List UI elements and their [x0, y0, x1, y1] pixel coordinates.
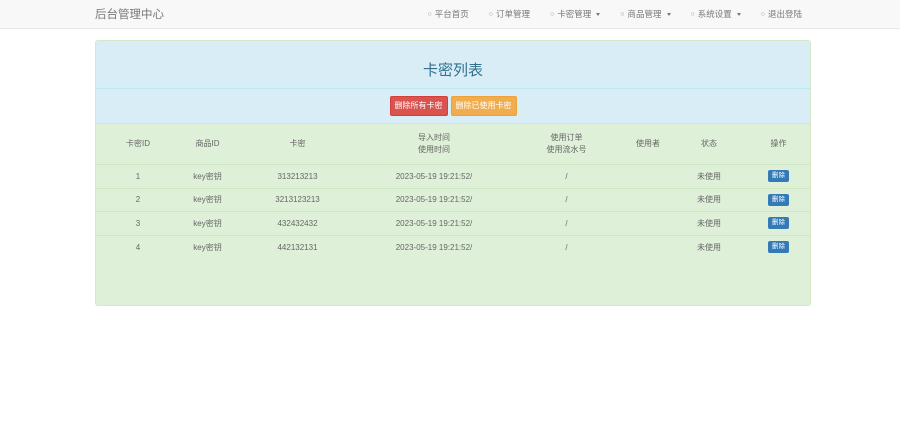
table-header-row: 卡密ID 商品ID 卡密 导入时间 使用时间 使用订单 使用流水号 使用者 状态… — [96, 124, 810, 165]
cell-time: 2023-05-19 19:21:52/ — [395, 171, 473, 181]
cell-key: 442132131 — [277, 242, 318, 252]
circle-icon: ○ — [427, 10, 432, 18]
header-serial-label: 使用流水号 — [546, 145, 587, 154]
cell-action: 删除 — [747, 235, 810, 259]
panel-actions: 删除所有卡密 删除已使用卡密 — [96, 89, 810, 124]
circle-icon: ○ — [690, 10, 695, 18]
cell-key: 432432432 — [277, 218, 318, 228]
cell-id: 4 — [135, 242, 141, 252]
card-list-panel: 卡密列表 删除所有卡密 删除已使用卡密 卡密ID 商品ID 卡密 导入时间 使用… — [95, 40, 811, 306]
delete-button[interactable]: 删除 — [768, 241, 789, 253]
delete-button[interactable]: 删除 — [768, 170, 789, 183]
cell-status: 未使用 — [697, 242, 721, 252]
cell-action: 删除 — [747, 165, 810, 189]
header-key: 卡密 — [289, 139, 306, 148]
header-status: 状态 — [701, 139, 717, 148]
header-order: 使用订单 使用流水号 — [508, 124, 625, 165]
header-product: 商品ID — [195, 139, 220, 148]
cell-order: / — [565, 218, 568, 228]
nav-products[interactable]: ○ 商品管理 — [610, 0, 680, 28]
cell-status: 未使用 — [697, 218, 721, 228]
cell-product: key密钥 — [193, 242, 222, 252]
delete-button[interactable]: 删除 — [768, 217, 789, 230]
circle-icon: ○ — [550, 10, 555, 18]
circle-icon: ○ — [620, 10, 625, 18]
delete-used-button[interactable]: 删除已使用卡密 — [450, 96, 517, 116]
cell-action: 删除 — [747, 212, 810, 236]
header-time: 导入时间 使用时间 — [360, 124, 508, 165]
cell-status: 未使用 — [697, 171, 721, 181]
caret-down-icon — [736, 12, 741, 16]
nav-settings-label: 系统设置 — [697, 9, 732, 19]
nav-logout-label: 退出登陆 — [767, 9, 802, 19]
cell-order: / — [565, 195, 568, 205]
cell-time: 2023-05-19 19:21:52/ — [395, 242, 473, 252]
cell-product: key密钥 — [193, 218, 222, 228]
circle-icon: ○ — [760, 10, 765, 18]
top-navbar: 后台管理中心 ○ 平台首页 ○ 订单管理 ○ 卡密管理 ○ 商品管理 ○ 系统设… — [0, 0, 900, 29]
cell-id: 3 — [135, 218, 141, 228]
card-table: 卡密ID 商品ID 卡密 导入时间 使用时间 使用订单 使用流水号 使用者 状态… — [96, 124, 810, 259]
header-id: 卡密ID — [126, 139, 150, 148]
cell-product: key密钥 — [193, 171, 222, 181]
header-import-time: 导入时间 — [418, 133, 450, 142]
header-op: 操作 — [770, 139, 787, 148]
delete-button[interactable]: 删除 — [768, 193, 789, 206]
nav-home[interactable]: ○ 平台首页 — [418, 0, 479, 28]
cell-id: 1 — [135, 171, 141, 181]
cell-key: 313213213 — [277, 171, 318, 181]
panel-title: 卡密列表 — [422, 62, 483, 79]
header-user: 使用者 — [636, 139, 660, 148]
header-use-time: 使用时间 — [418, 145, 450, 154]
header-order-label: 使用订单 — [550, 133, 583, 142]
cell-order: / — [565, 171, 568, 181]
nav-cards[interactable]: ○ 卡密管理 — [540, 0, 610, 28]
cell-id: 2 — [135, 195, 141, 205]
cell-time: 2023-05-19 19:21:52/ — [395, 195, 473, 205]
cell-user — [625, 165, 671, 189]
nav-orders-label: 订单管理 — [495, 9, 530, 19]
nav-products-label: 商品管理 — [627, 9, 662, 19]
cell-user — [625, 235, 671, 259]
brand-title[interactable]: 后台管理中心 — [95, 6, 164, 22]
table-row: 4 key密钥 442132131 2023-05-19 19:21:52/ /… — [96, 235, 810, 259]
nav-home-label: 平台首页 — [434, 9, 469, 19]
circle-icon: ○ — [488, 10, 493, 18]
table-row: 1 key密钥 313213213 2023-05-19 19:21:52/ /… — [96, 164, 810, 189]
cell-user — [625, 212, 671, 236]
delete-all-button[interactable]: 删除所有卡密 — [389, 96, 448, 116]
table-row: 3 key密钥 432432432 2023-05-19 19:21:52/ /… — [96, 211, 810, 236]
nav-logout[interactable]: ○ 退出登陆 — [751, 0, 812, 28]
cell-order: / — [565, 242, 568, 252]
main-nav: ○ 平台首页 ○ 订单管理 ○ 卡密管理 ○ 商品管理 ○ 系统设置 ○ 退出登… — [418, 0, 813, 28]
caret-down-icon — [596, 12, 601, 16]
nav-settings[interactable]: ○ 系统设置 — [681, 0, 751, 28]
cell-status: 未使用 — [697, 195, 721, 205]
table-row: 2 key密钥 3213123213 2023-05-19 19:21:52/ … — [96, 188, 810, 212]
cell-user — [625, 188, 671, 212]
cell-action: 删除 — [747, 188, 810, 212]
nav-cards-label: 卡密管理 — [557, 9, 592, 19]
panel-heading: 卡密列表 — [96, 41, 810, 89]
cell-key: 3213123213 — [275, 195, 320, 205]
cell-product: key密钥 — [193, 195, 222, 205]
caret-down-icon — [666, 12, 671, 16]
nav-orders[interactable]: ○ 订单管理 — [479, 0, 540, 28]
cell-time: 2023-05-19 19:21:52/ — [395, 218, 473, 228]
